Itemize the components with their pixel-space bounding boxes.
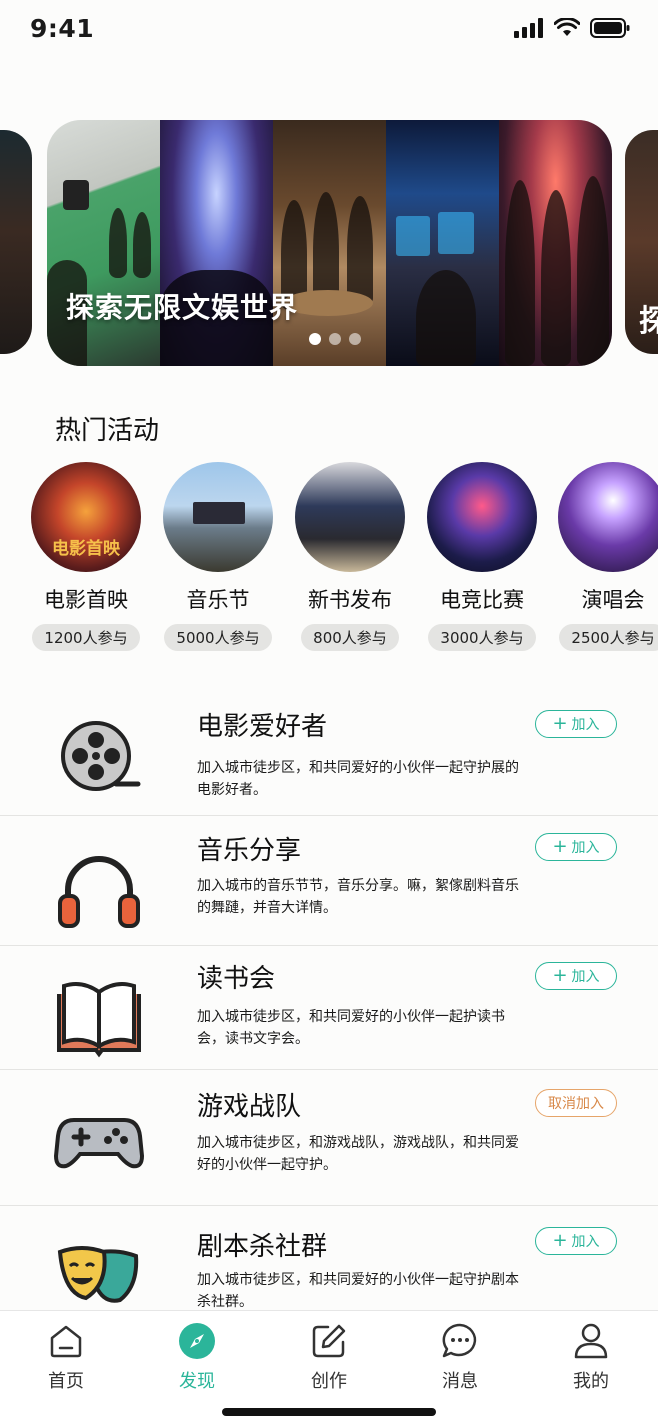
join-button-label: 加入 bbox=[571, 1234, 600, 1250]
participant-count-badge: 1200人参与 bbox=[32, 624, 140, 651]
film-set-photo bbox=[47, 120, 160, 366]
edit-icon bbox=[312, 1324, 346, 1358]
headphones-icon bbox=[58, 856, 140, 928]
pagination-dot[interactable] bbox=[329, 333, 341, 345]
community-item-book-club[interactable]: 读书会 加入城市徒步区，和共同爱好的小伙伴一起护读书会，读书文字会。 + 加入 bbox=[0, 946, 658, 1070]
signal-icon bbox=[514, 18, 543, 38]
concert-crowd-photo bbox=[160, 120, 273, 366]
activity-name: 新书发布 bbox=[308, 588, 392, 612]
join-button[interactable]: + 加入 bbox=[535, 833, 617, 861]
join-button[interactable]: + 加入 bbox=[535, 962, 617, 990]
community-item-movie[interactable]: 电影爱好者 加入城市徒步区，和共同爱好的小伙伴一起守护展的电影好者。 + 加入 bbox=[0, 678, 658, 816]
activity-name: 演唱会 bbox=[581, 588, 645, 612]
concert-image bbox=[558, 462, 658, 572]
hot-activities-title: 热门活动 bbox=[55, 416, 160, 446]
join-button-label: 加入 bbox=[571, 840, 600, 856]
activity-name: 音乐节 bbox=[186, 588, 250, 612]
pagination-dot[interactable] bbox=[309, 333, 321, 345]
home-icon bbox=[50, 1325, 82, 1358]
tab-create[interactable]: 创作 bbox=[284, 1321, 374, 1393]
home-indicator bbox=[222, 1408, 436, 1416]
tab-label: 创作 bbox=[311, 1371, 347, 1392]
community-title: 电影爱好者 bbox=[197, 712, 328, 742]
gaming-room-photo bbox=[386, 120, 499, 366]
community-title: 游戏战队 bbox=[197, 1092, 302, 1122]
banner-title: 探索无限文娱世界 bbox=[66, 291, 299, 324]
community-title: 音乐分享 bbox=[197, 836, 302, 866]
pagination-dot[interactable] bbox=[349, 333, 361, 345]
tab-label: 发现 bbox=[179, 1371, 215, 1392]
battery-icon bbox=[590, 18, 630, 38]
wifi-icon bbox=[554, 18, 580, 36]
plus-icon: + bbox=[552, 965, 568, 986]
poster-text: 电影首映 bbox=[52, 539, 120, 559]
book-launch-image bbox=[295, 462, 405, 572]
hot-activities-list: 电影首映 电影首映 1200人参与 音乐节 5000人参与 新书发布 800人参… bbox=[0, 462, 658, 652]
plus-icon: + bbox=[552, 836, 568, 857]
tab-home[interactable]: 首页 bbox=[21, 1321, 111, 1393]
film-reel-icon bbox=[61, 721, 141, 791]
plus-icon: + bbox=[552, 1230, 568, 1251]
cancel-join-button[interactable]: 取消加入 bbox=[535, 1089, 617, 1117]
book-club-photo bbox=[273, 120, 386, 366]
banner-carousel[interactable]: 探索无限文娱世界 探 bbox=[0, 120, 658, 366]
gamepad-icon bbox=[54, 1118, 144, 1169]
activity-concert[interactable]: 演唱会 2500人参与 bbox=[543, 462, 658, 651]
activity-name: 电影首映 bbox=[44, 588, 128, 612]
community-description: 加入城市徒步区，和游戏战队，游戏战队，和共同爱好的小伙伴一起守护。 bbox=[197, 1135, 519, 1173]
movie-poster-image: 电影首映 bbox=[31, 462, 141, 572]
tab-discover[interactable]: 发现 bbox=[152, 1321, 242, 1393]
participant-count-badge: 800人参与 bbox=[301, 624, 399, 651]
participant-count-badge: 5000人参与 bbox=[164, 624, 272, 651]
activity-name: 电竞比赛 bbox=[440, 588, 524, 612]
tab-label: 我的 bbox=[573, 1371, 609, 1392]
participant-count-badge: 3000人参与 bbox=[428, 624, 536, 651]
music-festival-image bbox=[163, 462, 273, 572]
community-title: 读书会 bbox=[197, 964, 276, 994]
banner-slide[interactable]: 探索无限文娱世界 bbox=[47, 120, 612, 366]
community-description: 加入城市徒步区，和共同爱好的小伙伴一起守护展的电影好者。 bbox=[197, 760, 519, 798]
banner-prev-slide[interactable] bbox=[0, 130, 32, 354]
activity-music-festival[interactable]: 音乐节 5000人参与 bbox=[148, 462, 288, 651]
bottom-tab-bar: 首页 发现 创作 消息 我的 bbox=[0, 1310, 658, 1421]
participant-count-badge: 2500人参与 bbox=[559, 624, 658, 651]
join-button-label: 取消加入 bbox=[548, 1096, 604, 1112]
community-description: 加入城市的音乐节节，音乐分享。嘛，絮傢剧料音乐的舞蹥，并音大详情。 bbox=[197, 878, 519, 916]
community-item-murder-mystery[interactable]: 剧本杀社群 加入城市徒步区，和共同爱好的小伙伴一起守护剧本杀社群。 + 加入 bbox=[0, 1206, 658, 1316]
community-title: 剧本杀社群 bbox=[197, 1232, 328, 1262]
community-description: 加入城市徒步区，和共同爱好的小伙伴一起守护剧本杀社群。 bbox=[197, 1272, 519, 1310]
tab-label: 首页 bbox=[48, 1371, 84, 1392]
status-time: 9:41 bbox=[30, 14, 95, 43]
community-item-gaming[interactable]: 游戏战队 加入城市徒步区，和游戏战队，游戏战队，和共同爱好的小伙伴一起守护。 取… bbox=[0, 1070, 658, 1206]
tab-profile[interactable]: 我的 bbox=[546, 1321, 636, 1393]
status-icons bbox=[514, 18, 630, 38]
banner-next-slide[interactable]: 探 bbox=[625, 130, 658, 354]
activity-book-launch[interactable]: 新书发布 800人参与 bbox=[280, 462, 420, 651]
banner-next-title: 探 bbox=[639, 304, 658, 339]
party-friends-photo bbox=[499, 120, 612, 366]
activity-movie-premiere[interactable]: 电影首映 电影首映 1200人参与 bbox=[16, 462, 156, 651]
user-icon bbox=[574, 1323, 608, 1359]
tab-messages[interactable]: 消息 bbox=[415, 1321, 505, 1393]
compass-icon bbox=[179, 1323, 215, 1359]
banner-pagination bbox=[309, 333, 361, 345]
community-description: 加入城市徒步区，和共同爱好的小伙伴一起护读书会，读书文字会。 bbox=[197, 1009, 505, 1047]
join-button-label: 加入 bbox=[571, 969, 600, 985]
status-bar: 9:41 bbox=[0, 0, 658, 62]
join-button[interactable]: + 加入 bbox=[535, 1227, 617, 1255]
join-button-label: 加入 bbox=[571, 717, 600, 733]
open-book-icon bbox=[57, 982, 141, 1058]
join-button[interactable]: + 加入 bbox=[535, 710, 617, 738]
tab-label: 消息 bbox=[442, 1371, 478, 1392]
esports-arena-image bbox=[427, 462, 537, 572]
activity-esports[interactable]: 电竞比赛 3000人参与 bbox=[412, 462, 552, 651]
community-item-music[interactable]: 音乐分享 加入城市的音乐节节，音乐分享。嘛，絮傢剧料音乐的舞蹥，并音大详情。 +… bbox=[0, 816, 658, 946]
plus-icon: + bbox=[552, 713, 568, 734]
chat-icon bbox=[442, 1323, 477, 1358]
